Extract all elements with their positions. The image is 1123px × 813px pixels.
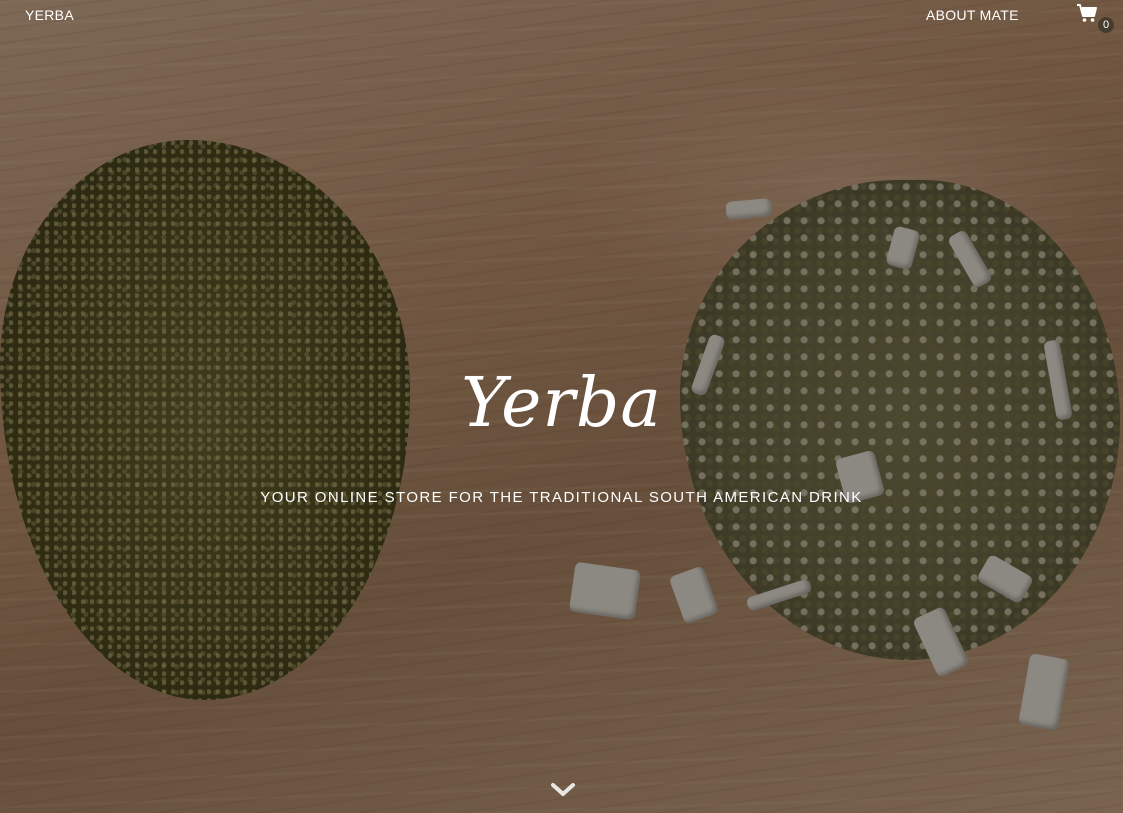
hero-subtitle: YOUR ONLINE STORE FOR THE TRADITIONAL SO… <box>260 489 863 506</box>
chevron-down-icon <box>551 783 575 796</box>
brand-link[interactable]: YERBA <box>25 7 74 23</box>
cart-button[interactable]: 0 <box>1076 3 1116 33</box>
hero-section: YERBA ABOUT MATE 0 Yerba YOUR ONLINE STO… <box>0 0 1123 813</box>
scroll-down-button[interactable] <box>550 780 576 800</box>
shopping-cart-icon <box>1077 4 1097 22</box>
nav-about-mate[interactable]: ABOUT MATE <box>926 7 1019 23</box>
top-navigation: YERBA ABOUT MATE 0 <box>0 0 1123 33</box>
hero-title: Yerba <box>461 364 662 443</box>
cart-count-badge: 0 <box>1098 17 1114 33</box>
